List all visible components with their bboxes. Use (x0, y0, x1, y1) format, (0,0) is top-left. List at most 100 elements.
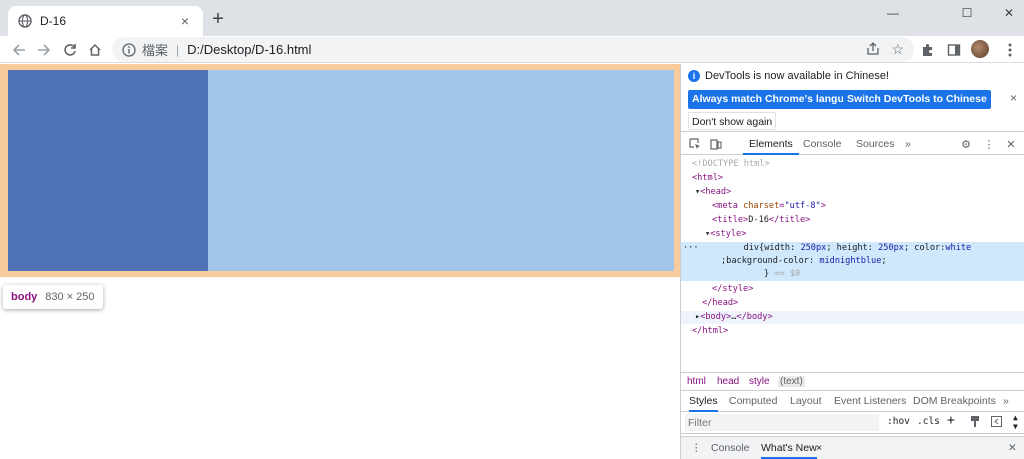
more-vert-icon (1008, 43, 1012, 57)
devtools-panel: i DevTools is now available in Chinese! … (680, 64, 1024, 459)
more-subtabs-button[interactable]: » (1003, 395, 1009, 407)
close-window-button[interactable]: ✕ (990, 0, 1024, 26)
inspect-element-icon[interactable] (688, 137, 702, 151)
breadcrumb-item-text[interactable]: (text) (778, 376, 805, 387)
styles-subtabs: Styles Computed Layout Event Listeners D… (681, 390, 1024, 412)
tab-dom-breakpoints[interactable]: DOM Breakpoints (913, 395, 996, 407)
tab-sources[interactable]: Sources (856, 133, 895, 155)
element-inspect-tooltip: body 830 × 250 (3, 285, 103, 309)
infobar-close-icon[interactable]: × (1010, 91, 1017, 105)
address-scheme: 檔案 (142, 43, 169, 58)
infobar-message-row: i DevTools is now available in Chinese! (688, 70, 889, 82)
dom-node-style-text-line3[interactable]: } == $0 (681, 268, 1024, 281)
dom-node-style-text-line2[interactable]: ;background-color: midnightblue; (681, 255, 1024, 268)
devtools-menu-icon[interactable]: ⋮ (982, 137, 996, 151)
globe-icon (18, 14, 32, 28)
drawer-menu-icon[interactable]: ⋮ (691, 442, 702, 454)
drawer-tab-whats-new[interactable]: What's New (761, 442, 817, 459)
dom-node-style-close[interactable]: </style> (681, 283, 1024, 296)
scroll-arrows-icon[interactable]: ▲ ▼ (1013, 413, 1018, 431)
drawer-tab-close-icon[interactable]: × (816, 442, 822, 454)
device-toolbar-icon[interactable] (709, 137, 723, 151)
home-icon (89, 43, 101, 56)
language-infobar: i DevTools is now available in Chinese! … (681, 64, 1024, 132)
dom-node-style[interactable]: ▾<style> (681, 228, 1024, 241)
div-box-2 (208, 70, 674, 271)
expand-triangle-icon[interactable]: ▸ (681, 312, 700, 322)
devtools-drawer-tabs: ⋮ Console What's New × ✕ (681, 436, 1024, 459)
side-panel-button[interactable] (944, 40, 964, 60)
info-icon[interactable] (122, 42, 136, 57)
dom-node-head[interactable]: ▾<head> (681, 186, 1024, 199)
tooltip-dimensions: 830 × 250 (45, 291, 95, 303)
maximize-button[interactable]: ☐ (948, 0, 986, 26)
side-panel-icon (947, 44, 961, 56)
reload-icon (64, 44, 76, 56)
dom-node-html[interactable]: <html> (681, 172, 1024, 185)
tooltip-tag-name: body (11, 291, 38, 303)
share-icon[interactable] (866, 42, 880, 56)
new-style-rule-button[interactable]: + (947, 413, 955, 428)
devtools-main-tabs: Elements Console Sources » ⚙ ⋮ ✕ (681, 133, 1024, 155)
collapse-triangle-icon[interactable]: ▾ (681, 187, 700, 197)
breadcrumb-item-head[interactable]: head (717, 376, 739, 387)
tab-title: D-16 (40, 14, 67, 28)
always-match-language-button[interactable]: Always match Chrome's language (688, 90, 866, 109)
forward-button[interactable] (33, 39, 55, 61)
puzzle-icon (923, 44, 932, 56)
home-button[interactable] (84, 39, 106, 61)
back-button[interactable] (8, 39, 30, 61)
tab-styles[interactable]: Styles (689, 395, 718, 412)
breadcrumb: html head style (text) (681, 372, 1024, 389)
tab-strip: D-16 × + — ☐ ✕ (0, 0, 1024, 36)
browser-tab[interactable]: D-16 × (8, 6, 203, 36)
dom-node-html-close[interactable]: </html> (681, 325, 1024, 338)
breadcrumb-item-html[interactable]: html (687, 376, 706, 387)
close-devtools-icon[interactable]: ✕ (1004, 137, 1018, 151)
tab-event-listeners[interactable]: Event Listeners (834, 395, 906, 407)
more-tabs-button[interactable]: » (905, 133, 911, 155)
collapse-triangle-icon[interactable]: ▾ (681, 229, 710, 239)
filter-input[interactable] (685, 414, 879, 431)
minimize-button[interactable]: — (874, 0, 912, 26)
dont-show-again-button[interactable]: Don't show again (688, 112, 777, 130)
styles-filter-bar: :hov .cls + ▲▼ (681, 412, 1024, 434)
address-url: D:/Desktop/D-16.html (187, 42, 312, 57)
arrow-right-icon (38, 44, 51, 56)
drawer-tab-console[interactable]: Console (711, 442, 750, 454)
close-drawer-icon[interactable]: ✕ (1008, 442, 1017, 454)
dom-node-meta[interactable]: <meta charset="utf-8"> (681, 200, 1024, 213)
address-separator: | (176, 42, 180, 57)
tab-console[interactable]: Console (803, 133, 842, 155)
node-actions-ellipsis[interactable]: ··· (681, 243, 699, 253)
settings-gear-icon[interactable]: ⚙ (959, 137, 973, 151)
div-box-1 (8, 70, 208, 271)
avatar[interactable] (971, 40, 989, 58)
dom-node-title[interactable]: <title>D-16</title> (681, 214, 1024, 227)
sidebar-toggle-icon[interactable] (991, 416, 1002, 430)
switch-to-chinese-button[interactable]: Switch DevTools to Chinese (843, 90, 991, 109)
dom-node-head-close[interactable]: </head> (681, 297, 1024, 310)
dom-node-style-text-selected[interactable]: ··· div{width: 250px; height: 250px; colo… (681, 242, 1024, 255)
tab-elements[interactable]: Elements (743, 133, 799, 155)
dom-node-body[interactable]: ▸<body>…</body> (681, 311, 1024, 324)
address-bar[interactable]: 檔案 | D:/Desktop/D-16.html ☆ (112, 37, 914, 62)
cls-toggle[interactable]: .cls (917, 416, 940, 427)
infobar-message: DevTools is now available in Chinese! (705, 70, 890, 82)
dom-node-doctype[interactable]: <!DOCTYPE html> (681, 158, 1024, 171)
breadcrumb-item-style[interactable]: style (749, 376, 770, 387)
hov-toggle[interactable]: :hov (887, 416, 910, 427)
extensions-button[interactable] (918, 40, 938, 60)
chrome-menu-button[interactable] (1000, 40, 1020, 60)
paint-brush-icon[interactable] (970, 416, 980, 430)
tab-computed[interactable]: Computed (729, 395, 777, 407)
reload-button[interactable] (59, 39, 81, 61)
tab-close-button[interactable]: × (175, 11, 195, 31)
info-icon: i (688, 70, 700, 82)
arrow-left-icon (12, 44, 25, 56)
new-tab-button[interactable]: + (208, 9, 228, 30)
tab-layout[interactable]: Layout (790, 395, 822, 407)
page-viewport: body 830 × 250 (0, 64, 680, 459)
bookmark-star-icon[interactable]: ☆ (891, 41, 904, 58)
dom-tree: <!DOCTYPE html> <html> ▾<head> <meta cha… (681, 156, 1024, 368)
